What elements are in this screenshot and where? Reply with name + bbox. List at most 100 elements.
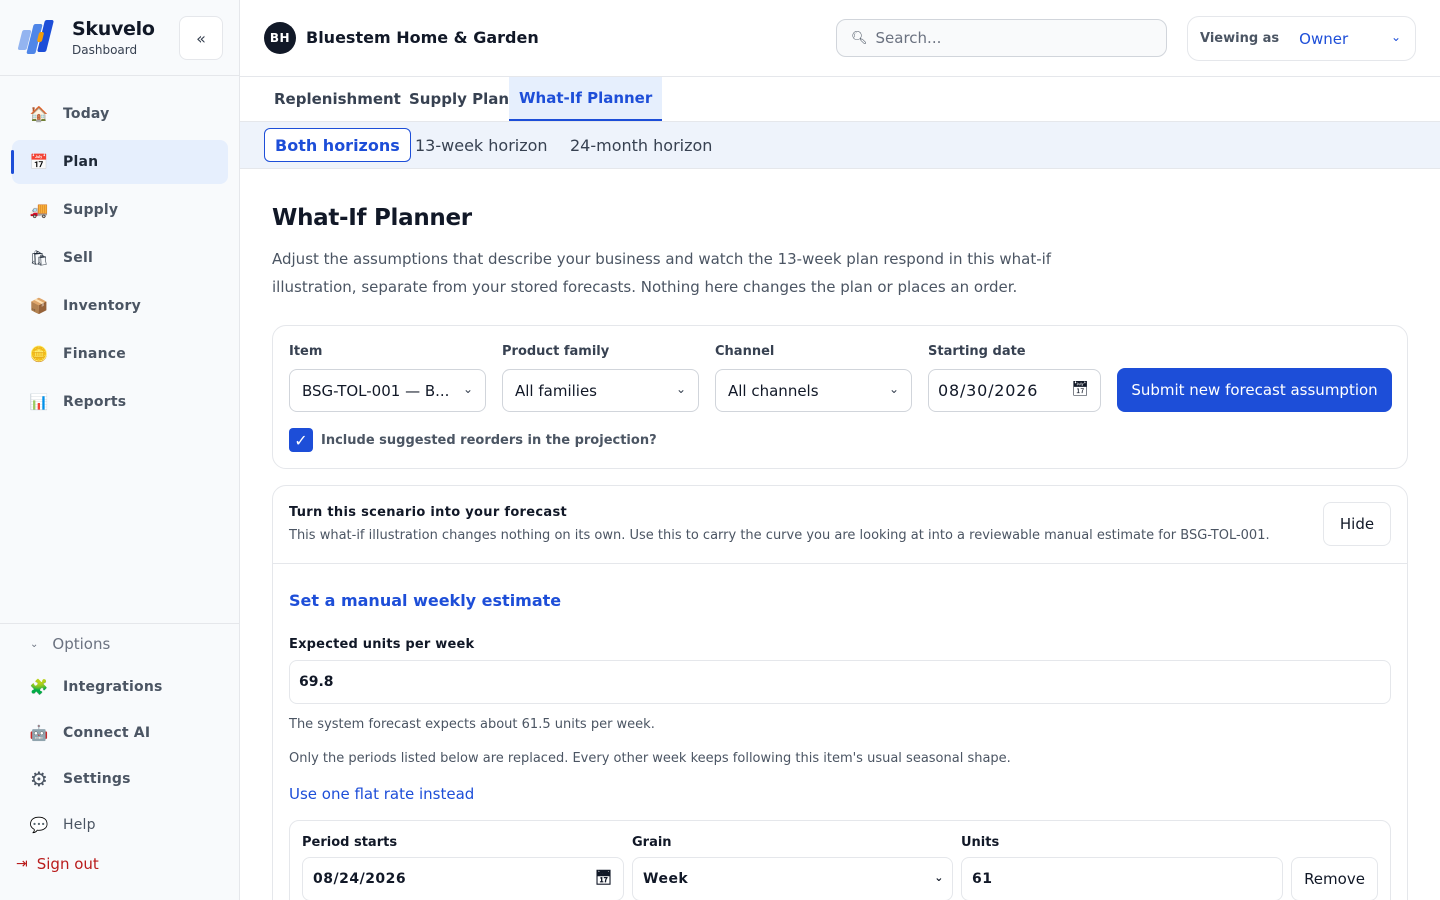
units-per-week-input[interactable]: 69.8 [289,660,1391,704]
chevron-down-icon: ⌄ [934,871,944,884]
sidebar-item-label: Inventory [63,298,141,314]
sidebar-item-inventory[interactable]: 📦 Inventory [12,284,228,328]
sidebar-item-label: Connect AI [63,725,151,741]
viewing-as-select[interactable]: Viewing as Owner ⌄ [1187,16,1416,61]
hide-button[interactable]: Hide [1323,502,1391,546]
periods-note: Only the periods listed below are replac… [289,751,1011,766]
sidebar-item-finance[interactable]: 🪙 Finance [12,332,228,376]
tab-supply-plan[interactable]: Supply Plan [399,77,519,121]
page-title: What-If Planner [272,205,472,231]
item-select[interactable]: BSG-TOL-001 — B... ⌄ [289,369,486,412]
system-forecast-note: The system forecast expects about 61.5 u… [289,717,655,732]
sidebar-item-plan[interactable]: 📅 Plan [11,140,228,184]
sidebar-item-help[interactable]: 💬 Help [0,802,239,848]
sidebar-item-label: Supply [63,202,119,218]
sidebar-item-sell[interactable]: 🛍 Sell [12,236,228,280]
sidebar-item-settings[interactable]: ⚙ Settings [0,756,239,802]
period-row: Period starts 08/24/2026 📅︎ Grain Week ⌄… [289,820,1391,900]
sidebar-item-label: Today [63,106,110,122]
viewing-as-value: Owner [1299,29,1349,48]
sign-out-link[interactable]: ⇥ Sign out [16,855,99,873]
package-icon: 📦 [29,297,49,315]
search-icon: 🔍︎ [851,30,868,46]
options-section: ⌄ Options 🧩 Integrations 🤖 Connect AI ⚙ … [0,623,239,848]
channel-label: Channel [715,344,775,359]
sidebar-item-connect-ai[interactable]: 🤖 Connect AI [0,710,239,756]
sidebar-item-reports[interactable]: 📊 Reports [12,380,228,424]
item-select-value: BSG-TOL-001 — B... [302,381,450,400]
horizon-13-week[interactable]: 13-week horizon [405,128,558,162]
scenario-header: Turn this scenario into your forecast Th… [273,486,1407,564]
units-per-week-label: Expected units per week [289,637,475,652]
submit-forecast-button[interactable]: Submit new forecast assumption [1117,368,1392,412]
sidebar-item-integrations[interactable]: 🧩 Integrations [0,664,239,710]
page-description: Adjust the assumptions that describe you… [272,250,1052,296]
channel-select[interactable]: All channels ⌄ [715,369,912,412]
chevron-down-icon: ⌄ [675,382,686,396]
robot-icon: 🤖 [29,724,49,742]
sidebar: Skuvelo Dashboard « 🏠 Today 📅 Plan 🚚 Sup… [0,0,240,900]
search-box[interactable]: 🔍︎ [836,19,1167,57]
period-starts-input[interactable]: 08/24/2026 📅︎ [302,857,624,900]
flat-rate-link[interactable]: Use one flat rate instead [289,785,474,803]
sidebar-item-label: Finance [63,346,126,362]
house-icon: 🏠 [29,105,49,123]
chevron-down-icon: ⌄ [462,382,473,396]
calendar-icon[interactable]: 📅︎ [1071,381,1090,397]
main-nav: 🏠 Today 📅 Plan 🚚 Supply 🛍 Sell 📦 Invento… [11,92,228,428]
sign-out-icon: ⇥ [16,856,28,872]
start-date-value: 08/30/2026 [938,381,1039,400]
include-reorders-label: Include suggested reorders in the projec… [321,432,657,448]
coin-icon: 🪙 [29,345,49,363]
brand-name: Skuvelo [72,18,155,40]
sidebar-item-supply[interactable]: 🚚 Supply [12,188,228,232]
include-reorders-checkbox[interactable]: ✓ [289,428,313,452]
skuvelo-logo[interactable] [16,18,56,58]
top-header: BH Bluestem Home & Garden 🔍︎ Viewing as … [240,0,1440,77]
chevron-down-icon: ⌄ [30,638,39,650]
include-reorders-row: ✓ Include suggested reorders in the proj… [289,428,657,452]
search-input[interactable] [875,29,1146,47]
period-units-label: Units [961,835,1000,850]
start-date-label: Starting date [928,344,1026,359]
family-select[interactable]: All families ⌄ [502,369,699,412]
chevrons-left-icon: « [196,28,206,48]
truck-icon: 🚚 [29,201,49,219]
scenario-panel: Turn this scenario into your forecast Th… [272,485,1408,900]
chevron-down-icon: ⌄ [888,382,899,396]
calendar-icon[interactable]: 📅︎ [595,870,613,886]
remove-period-button[interactable]: Remove [1291,857,1378,900]
org-avatar[interactable]: BH [264,22,296,54]
sidebar-item-label: Help [63,817,96,833]
options-toggle[interactable]: ⌄ Options [0,624,239,664]
period-units-input[interactable]: 61 [961,857,1283,900]
grain-label: Grain [632,835,672,850]
channel-select-value: All channels [728,381,819,400]
family-select-value: All families [515,381,597,400]
gear-icon: ⚙ [30,767,48,791]
period-units-value: 61 [972,871,993,887]
sidebar-item-today[interactable]: 🏠 Today [12,92,228,136]
horizon-both[interactable]: Both horizons [264,128,411,162]
collapse-sidebar-button[interactable]: « [179,16,223,60]
brand-subtitle: Dashboard [72,43,138,57]
chart-icon: 📊 [29,393,49,411]
viewing-as-label: Viewing as [1200,31,1280,46]
options-label: Options [52,635,111,653]
sidebar-item-label: Sell [63,250,93,266]
grain-value: Week [643,871,689,887]
tab-bar: Replenishment Supply Plan What-If Planne… [240,77,1440,122]
sign-out-label: Sign out [36,855,99,873]
scenario-subtitle: This what-if illustration changes nothin… [289,528,1270,543]
brand-header: Skuvelo Dashboard « [0,0,239,76]
shopping-bag-icon: 🛍 [29,249,49,267]
brand-text: Skuvelo Dashboard [72,18,155,57]
tab-replenishment[interactable]: Replenishment [264,77,411,121]
horizon-24-month[interactable]: 24-month horizon [560,128,722,162]
period-starts-label: Period starts [302,835,398,850]
tab-what-if-planner[interactable]: What-If Planner [509,77,663,121]
start-date-input[interactable]: 08/30/2026 📅︎ [928,369,1101,412]
org-name: Bluestem Home & Garden [306,28,539,47]
grain-select[interactable]: Week ⌄ [632,857,953,900]
sidebar-item-label: Settings [63,771,131,787]
